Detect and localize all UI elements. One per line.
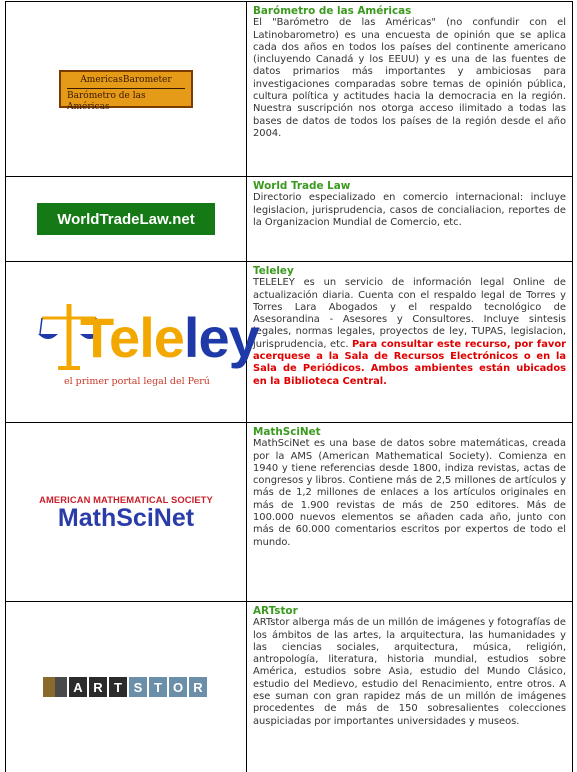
artstor-letters: ARTSTOR [69,677,209,697]
artstor-letter: S [129,677,147,697]
resource-row: AMERICAN MATHEMATICAL SOCIETY MathSciNet… [6,423,572,602]
description-cell: ARTstor ARTstor alberga más de un millón… [247,602,572,772]
resource-description: El "Barómetro de las Américas" (no confu… [253,17,566,139]
description-cell: Barómetro de las Américas El "Barómetro … [247,2,572,176]
description-cell: World Trade Law Directorio especializado… [247,177,572,261]
wordmark-part: Tele [80,306,185,369]
worldtradelaw-logo[interactable]: WorldTradeLaw.net [37,203,215,235]
resources-table: AmericasBarometer Barómetro de las Améri… [5,1,573,772]
artstor-letter: T [149,677,167,697]
resource-title[interactable]: ARTstor [253,605,566,617]
resource-title[interactable]: MathSciNet [253,426,566,438]
wordmark-part: ley [183,306,260,369]
resource-row: Teleley el primer portal legal del Perú … [6,262,572,423]
artstor-letter: A [69,677,87,697]
resource-row: AmericasBarometer Barómetro de las Améri… [6,2,572,177]
logo-cell: Teleley el primer portal legal del Perú [6,262,260,422]
artstor-logo[interactable]: ARTSTOR [43,677,209,697]
americas-barometer-logo[interactable]: AmericasBarometer Barómetro de las Améri… [59,70,193,112]
artstor-letter: T [109,677,127,697]
artstor-mark-icon [43,677,67,697]
resource-title[interactable]: World Trade Law [253,180,566,192]
artstor-letter: R [89,677,107,697]
logo-line: AmericasBarometer [80,75,172,85]
logo-line: Barómetro de las Américas [67,88,185,113]
logo-cell: WorldTradeLaw.net [6,177,247,261]
logo-top-text: AMERICAN MATHEMATICAL SOCIETY [39,493,213,505]
description-cell: Teleley TELELEY es un servicio de inform… [247,262,572,422]
resource-description: MathSciNet es una base de datos sobre ma… [253,438,566,548]
resource-description: ARTstor alberga más de un millón de imág… [253,617,566,727]
resource-row: ARTSTOR ARTstor ARTstor alberga más de u… [6,602,572,772]
logo-cell: ARTSTOR [6,602,247,772]
resource-row: WorldTradeLaw.net World Trade Law Direct… [6,177,572,262]
resource-title[interactable]: Teleley [253,265,566,277]
logo-cell: AmericasBarometer Barómetro de las Améri… [6,2,247,176]
artstor-letter: R [189,677,207,697]
resource-title[interactable]: Barómetro de las Américas [253,5,566,17]
teleley-tagline: el primer portal legal del Perú [64,376,210,387]
teleley-wordmark: Teleley [80,306,260,369]
artstor-letter: O [169,677,187,697]
teleley-logo[interactable]: Teleley el primer portal legal del Perú [26,292,260,392]
logo-cell: AMERICAN MATHEMATICAL SOCIETY MathSciNet [6,423,247,601]
logo-main-text: MathSciNet [57,503,195,532]
description-cell: MathSciNet MathSciNet es una base de dat… [247,423,572,601]
mathscinet-logo[interactable]: AMERICAN MATHEMATICAL SOCIETY MathSciNet [39,494,213,531]
resource-description: Directorio especializado en comercio int… [253,192,566,228]
